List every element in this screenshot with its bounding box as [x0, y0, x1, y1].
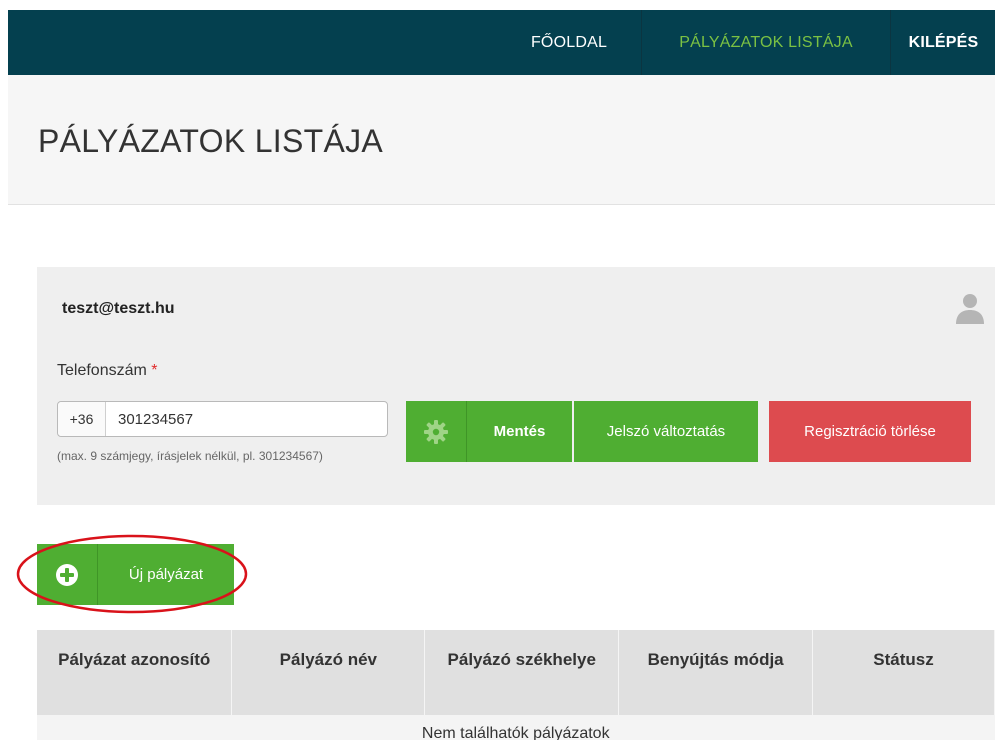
empty-table-message: Nem találhatók pályázatok [37, 715, 995, 740]
page-title: PÁLYÁZATOK LISTÁJA [38, 123, 384, 159]
column-header-name[interactable]: Pályázó név [231, 630, 426, 715]
table-header-row: Pályázat azonosító Pályázó név Pályázó s… [37, 630, 995, 715]
highlight-ring [16, 534, 248, 614]
table-row: Nem találhatók pályázatok [37, 715, 995, 740]
top-nav-bar: FŐOLDAL PÁLYÁZATOK LISTÁJA KILÉPÉS [8, 10, 995, 75]
user-email: teszt@teszt.hu [62, 300, 175, 317]
save-button[interactable]: Mentés [467, 401, 572, 462]
phone-label-text: Telefonszám [57, 362, 147, 379]
profile-panel: teszt@teszt.hu Telefonszám * +36 (max. 9… [37, 267, 995, 505]
nav-applications-list-link[interactable]: PÁLYÁZATOK LISTÁJA [641, 10, 891, 75]
phone-prefix: +36 [58, 402, 106, 436]
settings-button[interactable] [406, 401, 467, 462]
user-icon [956, 294, 984, 324]
delete-registration-button[interactable]: Regisztráció törlése [769, 401, 971, 462]
phone-input[interactable] [106, 402, 387, 436]
phone-hint: (max. 9 számjegy, írásjelek nélkül, pl. … [57, 449, 323, 463]
change-password-button[interactable]: Jelszó változtatás [574, 401, 758, 462]
nav-home-link[interactable]: FŐOLDAL [498, 10, 640, 75]
column-header-id[interactable]: Pályázat azonosító [37, 630, 233, 715]
nav-logout-link[interactable]: KILÉPÉS [892, 10, 995, 75]
applications-table: Pályázat azonosító Pályázó név Pályázó s… [37, 630, 995, 740]
gear-icon [424, 419, 448, 444]
column-header-submission[interactable]: Benyújtás módja [618, 630, 814, 715]
required-asterisk: * [151, 362, 158, 379]
phone-input-group: +36 [57, 401, 388, 437]
page-header: PÁLYÁZATOK LISTÁJA [8, 75, 995, 205]
phone-label: Telefonszám * [57, 362, 158, 380]
column-header-status[interactable]: Státusz [812, 630, 995, 715]
column-header-seat[interactable]: Pályázó székhelye [424, 630, 620, 715]
